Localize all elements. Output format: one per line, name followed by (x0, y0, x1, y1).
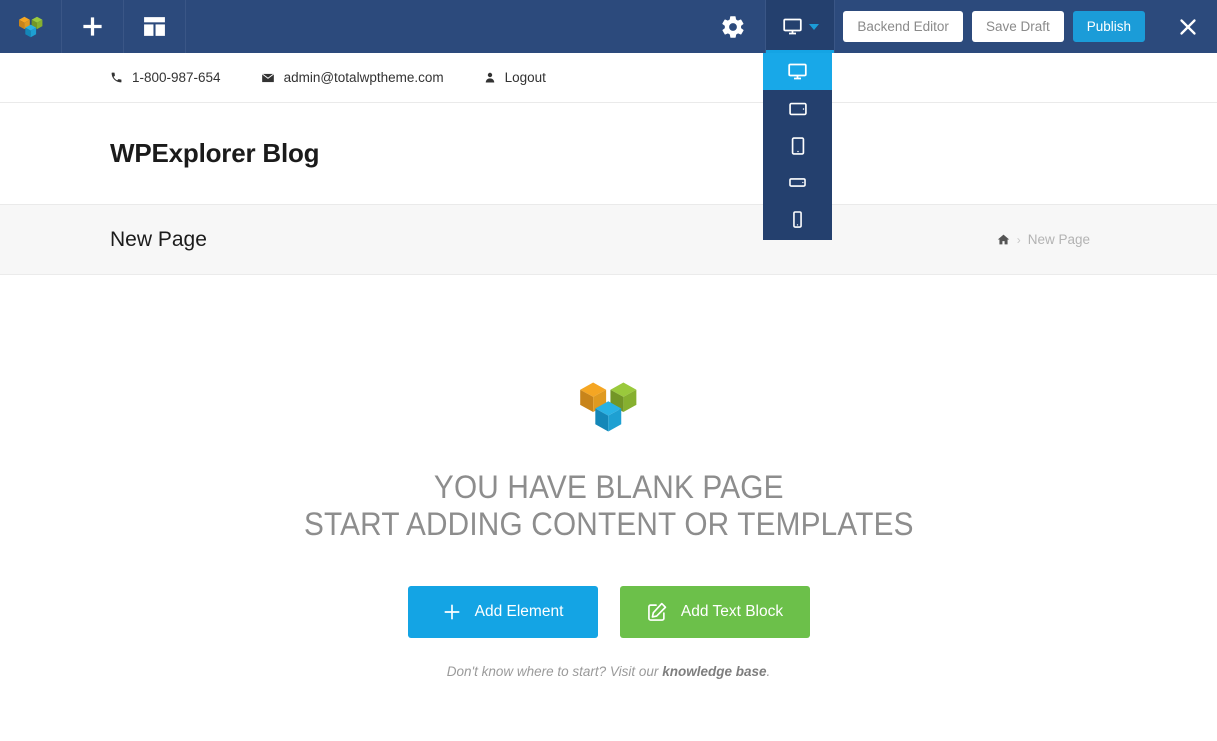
add-text-block-label: Add Text Block (680, 603, 784, 620)
contact-phone[interactable]: 1-800-987-654 (110, 70, 221, 85)
layout-templates-icon (142, 14, 167, 39)
note-prefix: Don't know where to start? Visit our (446, 664, 663, 679)
phone-icon (110, 71, 123, 84)
add-element-button[interactable]: Add Element (407, 586, 598, 638)
tablet-landscape-icon (788, 99, 808, 119)
vc-admin-toolbar: Backend Editor Save Draft Publish (0, 0, 1217, 53)
user-icon (484, 71, 496, 84)
breadcrumb: › New Page (997, 232, 1090, 247)
wpbakery-cubes-logo-icon (573, 371, 645, 443)
add-element-toolbar-button[interactable] (62, 0, 124, 53)
desktop-monitor-icon (782, 16, 803, 37)
envelope-icon (261, 71, 275, 85)
empty-heading-line-1: YOU HAVE BLANK PAGE (433, 469, 784, 505)
add-text-block-button[interactable]: Add Text Block (619, 586, 810, 638)
contact-phone-label: 1-800-987-654 (132, 70, 221, 85)
device-option-tablet-portrait[interactable] (763, 127, 832, 164)
tablet-portrait-icon (788, 136, 808, 156)
note-suffix: . (766, 664, 771, 679)
plus-icon (81, 15, 104, 38)
logout-link[interactable]: Logout (484, 70, 546, 85)
vc-empty-state: YOU HAVE BLANK PAGE START ADDING CONTENT… (0, 275, 1217, 741)
site-contact-bar: 1-800-987-654 admin@totalwptheme.com Log… (0, 53, 1217, 103)
empty-state-actions: Add Element Add Text Block (407, 586, 810, 638)
device-preview-toggle[interactable] (765, 0, 836, 53)
settings-toolbar-button[interactable] (701, 0, 765, 53)
site-title[interactable]: WPExplorer Blog (110, 138, 320, 169)
page-title: New Page (110, 227, 207, 251)
publish-button[interactable]: Publish (1072, 11, 1145, 42)
device-option-mobile-portrait[interactable] (763, 201, 832, 238)
device-preview-dropdown (763, 53, 832, 240)
save-draft-button[interactable]: Save Draft (971, 11, 1064, 42)
add-element-label: Add Element (474, 603, 564, 620)
breadcrumb-current: New Page (1027, 232, 1090, 247)
empty-heading-line-2: START ADDING CONTENT OR TEMPLATES (303, 506, 914, 542)
templates-toolbar-button[interactable] (124, 0, 186, 53)
contact-email-label: admin@totalwptheme.com (283, 70, 444, 85)
plus-icon (442, 602, 462, 622)
mobile-portrait-icon (788, 210, 807, 229)
close-editor-button[interactable] (1159, 0, 1217, 53)
page-header-bar: New Page › New Page (0, 205, 1217, 275)
backend-editor-button[interactable]: Backend Editor (843, 11, 963, 42)
device-option-mobile-landscape[interactable] (763, 164, 832, 201)
wpbakery-cubes-logo-icon (16, 12, 46, 42)
empty-state-note: Don't know where to start? Visit our kno… (447, 664, 771, 679)
contact-email[interactable]: admin@totalwptheme.com (261, 70, 444, 85)
desktop-monitor-icon (787, 61, 808, 82)
mobile-landscape-icon (788, 173, 807, 192)
logout-label: Logout (504, 70, 546, 85)
edit-pencil-square-icon (646, 601, 668, 623)
caret-down-icon (808, 23, 819, 30)
knowledge-base-link[interactable]: knowledge base (662, 664, 766, 679)
device-option-tablet-landscape[interactable] (763, 90, 832, 127)
gear-icon (720, 14, 746, 40)
empty-state-heading: YOU HAVE BLANK PAGE START ADDING CONTENT… (304, 469, 914, 543)
device-option-desktop[interactable] (763, 53, 832, 90)
close-x-icon (1176, 15, 1200, 39)
breadcrumb-separator: › (1016, 232, 1021, 247)
site-header: WPExplorer Blog (0, 103, 1217, 205)
toolbar-action-buttons: Backend Editor Save Draft Publish (835, 0, 1159, 53)
vc-logo-button[interactable] (0, 0, 62, 53)
home-icon[interactable] (997, 233, 1010, 246)
